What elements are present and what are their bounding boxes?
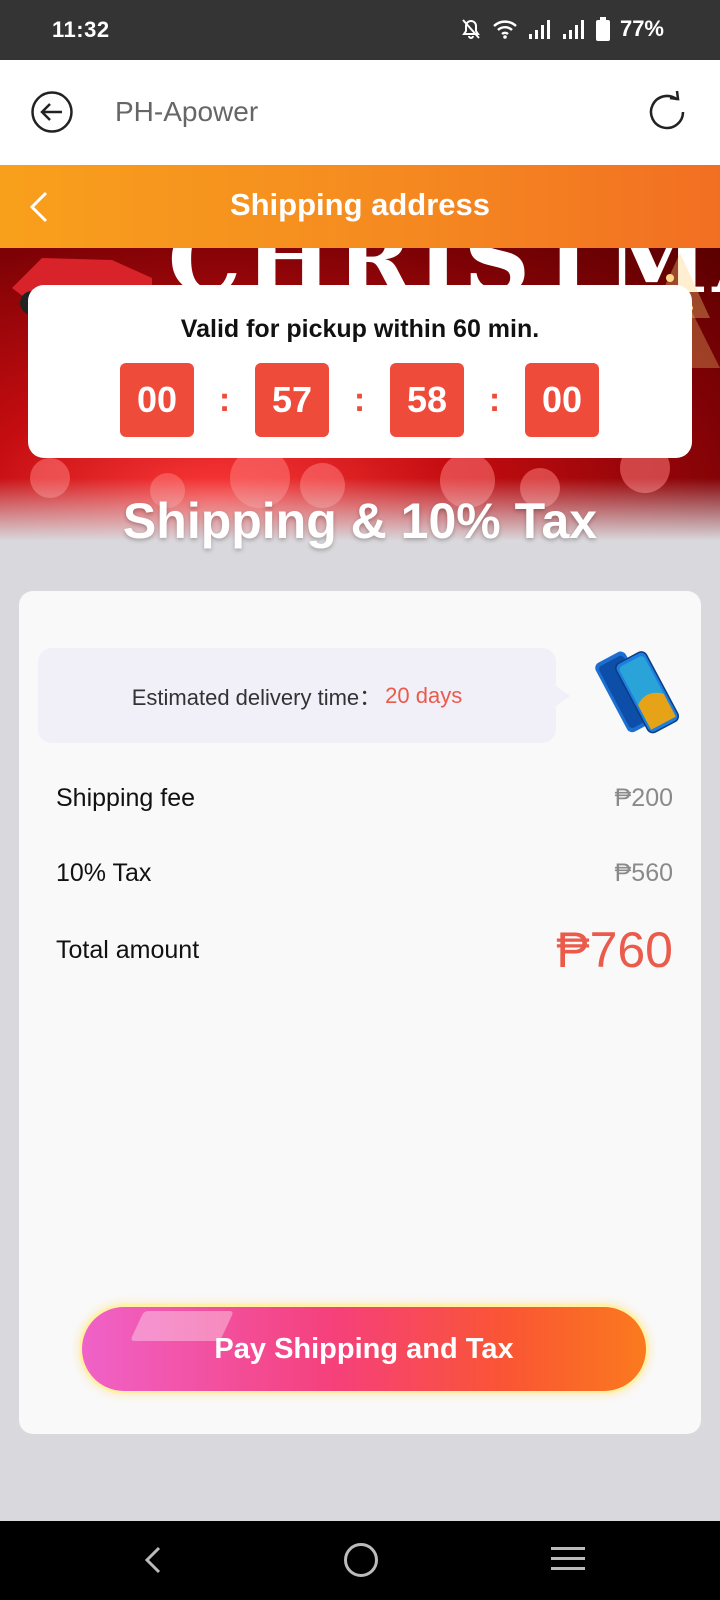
delivery-label: Estimated delivery time： <box>131 684 382 710</box>
nav-home-icon[interactable] <box>344 1543 378 1577</box>
timer-separator: : <box>218 380 231 419</box>
timer-minutes: 57 <box>255 363 329 437</box>
countdown-caption: Valid for pickup within 60 min. <box>180 315 540 343</box>
browser-bar: PH-Apower <box>0 60 720 165</box>
status-time: 11:32 <box>52 17 110 42</box>
pay-shipping-tax-button[interactable]: Pay Shipping and Tax <box>79 1304 649 1394</box>
tax-row: 10% Tax ₱560 <box>56 859 673 888</box>
delivery-info: Estimated delivery time： 20 days <box>38 648 570 743</box>
battery-percentage: 77% <box>619 16 664 41</box>
timer-separator: : <box>488 380 501 419</box>
fee-label: 10% Tax <box>56 859 152 887</box>
status-icons: 77% <box>460 16 664 42</box>
fee-value: ₱560 <box>614 859 673 887</box>
countdown-timer: 00 : 57 : 58 : 00 <box>120 363 599 437</box>
payment-card: Estimated delivery time： 20 days Shippin… <box>19 591 701 1434</box>
timer-centiseconds: 00 <box>525 363 599 437</box>
battery-icon <box>595 17 610 41</box>
delivery-value: 20 days <box>385 682 463 708</box>
shipping-fee-row: Shipping fee ₱200 <box>56 784 673 813</box>
total-row: Total amount ₱760 <box>56 921 673 979</box>
signal-icon <box>528 20 550 39</box>
timer-hours: 00 <box>120 363 194 437</box>
timer-seconds: 58 <box>390 363 464 437</box>
section-title: Shipping & 10% Tax <box>122 493 598 549</box>
muted-bell-icon <box>462 19 480 39</box>
system-nav-bar <box>0 1521 720 1600</box>
status-bar: 11:32 77% <box>0 0 720 60</box>
page-title: Shipping address <box>229 187 491 222</box>
browser-title: PH-Apower <box>115 96 259 127</box>
total-value: ₱760 <box>556 922 673 978</box>
wifi-icon <box>493 20 517 39</box>
pay-button-label: Pay Shipping and Tax <box>214 1332 514 1365</box>
timer-separator: : <box>353 380 366 419</box>
countdown-card: Valid for pickup within 60 min. 00 : 57 … <box>28 285 692 458</box>
page-header: Shipping address <box>0 165 720 248</box>
fee-label: Shipping fee <box>56 784 196 812</box>
total-label: Total amount <box>56 935 200 964</box>
refresh-icon[interactable] <box>644 89 690 135</box>
back-arrow-icon[interactable] <box>30 90 74 134</box>
signal-icon-2 <box>562 20 584 39</box>
phone-image <box>595 651 680 734</box>
nav-back-icon[interactable] <box>141 1544 165 1576</box>
fee-value: ₱200 <box>614 784 673 812</box>
nav-menu-icon[interactable] <box>551 1546 585 1572</box>
